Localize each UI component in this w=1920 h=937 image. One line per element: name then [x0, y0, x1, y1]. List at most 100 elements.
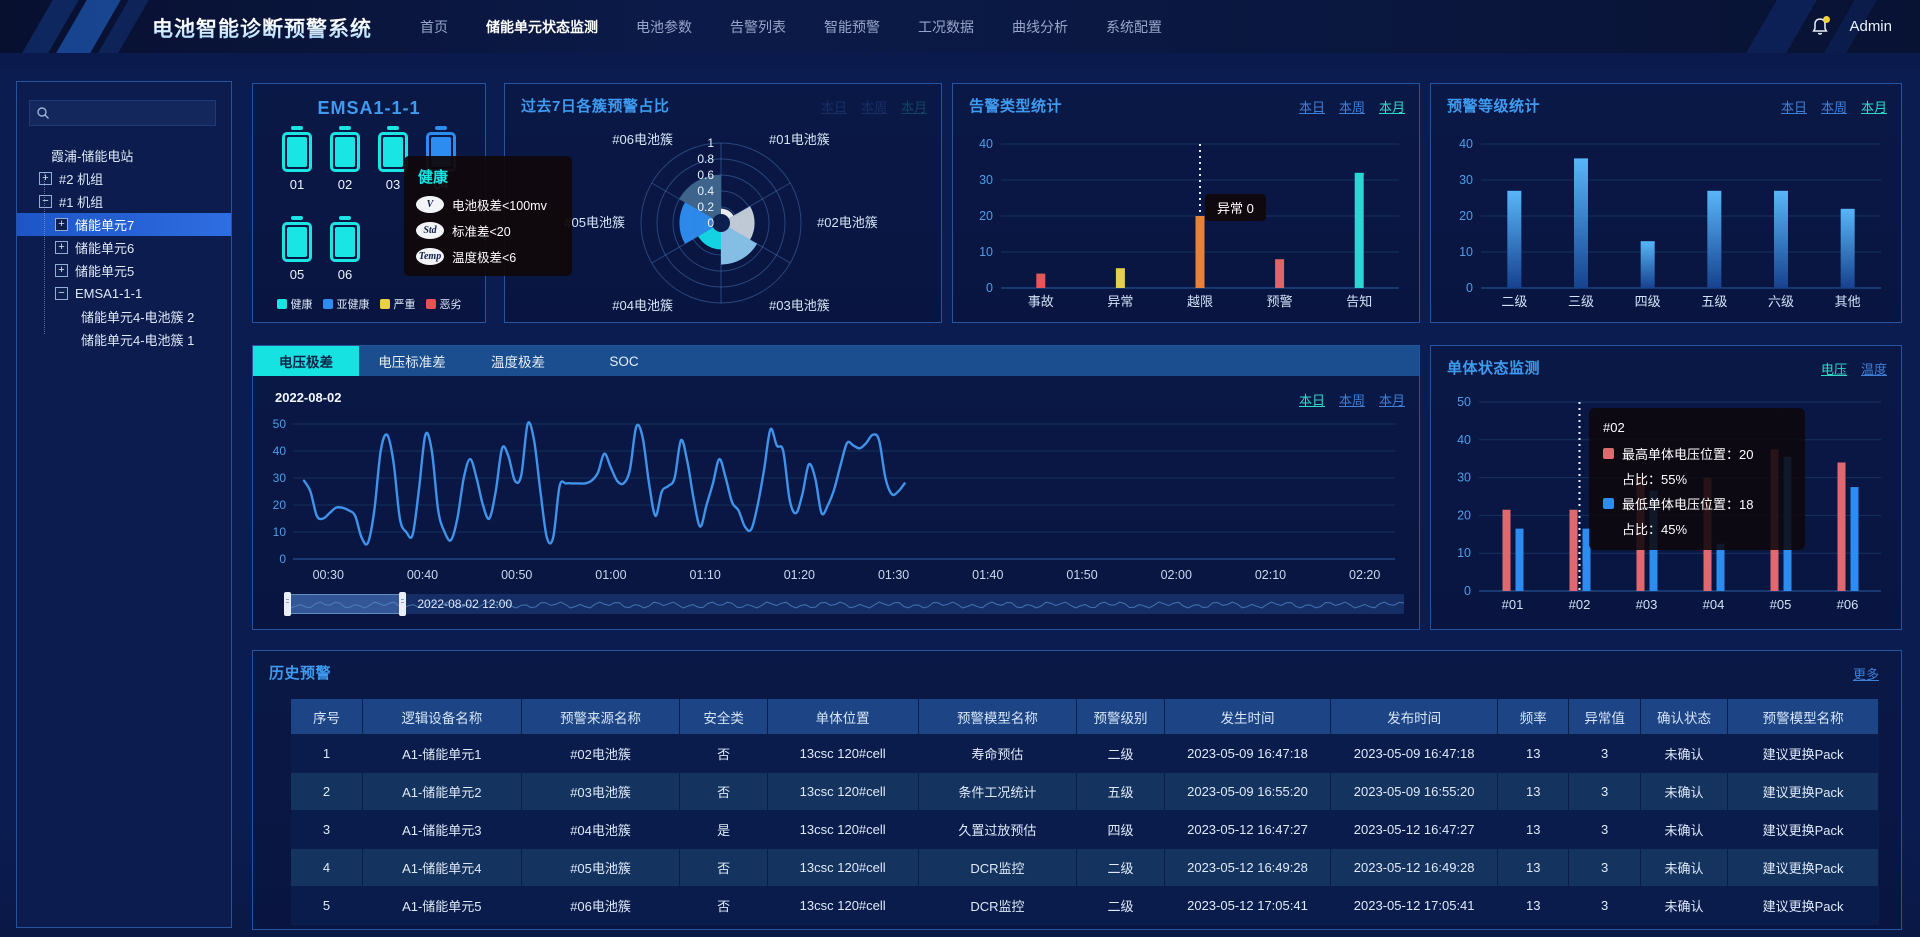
table-cell: DCR监控	[918, 849, 1077, 887]
nav-item[interactable]: 告警列表	[730, 17, 786, 37]
trend-tab[interactable]: 温度极差	[465, 346, 571, 376]
tree-item[interactable]: −#1 机组	[17, 190, 231, 213]
expand-icon[interactable]: +	[55, 218, 68, 231]
legend-item[interactable]: 健康	[277, 296, 313, 312]
nav-item[interactable]: 工况数据	[918, 17, 974, 37]
table-header-cell: 发布时间	[1331, 699, 1498, 735]
collapse-icon[interactable]: −	[55, 287, 68, 300]
main-nav: 首页 储能单元状态监测 电池参数 告警列表 智能预警 工况数据 曲线分析 系统配置	[420, 0, 1162, 53]
tree-item[interactable]: +储能单元6	[17, 236, 231, 259]
tree-item[interactable]: +储能单元7	[17, 213, 231, 236]
tree-item[interactable]: −EMSA1-1-1	[17, 282, 231, 305]
tree-item[interactable]: 储能单元4-电池簇 1	[17, 328, 231, 351]
table-row[interactable]: 2A1-储能单元2#03电池簇否13csc 120#cell条件工况统计五级20…	[291, 773, 1879, 811]
svg-text:#06电池簇: #06电池簇	[612, 132, 673, 147]
nav-item[interactable]: 首页	[420, 17, 448, 37]
svg-text:#05: #05	[1770, 597, 1792, 612]
warning-level-bar-chart[interactable]: 010203040二级三级四级五级六级其他	[1441, 126, 1893, 318]
trend-line-chart[interactable]: 0102030405000:3000:4000:5001:0001:1001:2…	[265, 414, 1409, 586]
metric-links: 电压温度	[1821, 359, 1887, 378]
range-link[interactable]: 电压	[1821, 359, 1847, 378]
table-cell: 13csc 120#cell	[767, 773, 918, 811]
svg-text:02:20: 02:20	[1349, 568, 1380, 582]
expand-icon[interactable]: +	[39, 172, 52, 185]
table-row[interactable]: 5A1-储能单元5#06电池簇否13csc 120#cellDCR监控二级202…	[291, 887, 1879, 925]
trend-tab[interactable]: 电压标准差	[359, 346, 465, 376]
svg-text:六级: 六级	[1768, 294, 1794, 309]
tooltip-row: V电池极差<100mv	[416, 195, 560, 214]
device-tree-sidebar: 霞浦-储能电站+#2 机组−#1 机组+储能单元7+储能单元6+储能单元5−EM…	[16, 81, 232, 928]
more-link[interactable]: 更多	[1853, 664, 1879, 683]
range-link[interactable]: 本周	[1821, 97, 1847, 116]
svg-text:10: 10	[1459, 245, 1473, 259]
expand-icon[interactable]: +	[55, 264, 68, 277]
table-cell: 3	[291, 811, 362, 849]
tree-item[interactable]: 储能单元4-电池簇 2	[17, 305, 231, 328]
svg-text:40: 40	[1457, 433, 1471, 447]
table-cell: 四级	[1077, 811, 1164, 849]
nav-item[interactable]: 曲线分析	[1012, 17, 1068, 37]
alarm-type-bar-chart[interactable]: 010203040事故异常越限预警告知	[963, 126, 1411, 318]
tree-item[interactable]: +#2 机组	[17, 167, 231, 190]
nav-item[interactable]: 电池参数	[636, 17, 692, 37]
collapse-icon[interactable]: −	[39, 195, 52, 208]
battery-item[interactable]: 06	[323, 214, 367, 282]
range-link[interactable]: 本日	[1299, 390, 1325, 409]
range-link[interactable]: 本日	[1299, 97, 1325, 116]
nav-item[interactable]: 系统配置	[1106, 17, 1162, 37]
range-link[interactable]: 本周	[1339, 390, 1365, 409]
metric-badge: Std	[416, 222, 444, 239]
table-header-cell: 预警级别	[1077, 699, 1164, 735]
notification-bell-icon[interactable]	[1809, 16, 1831, 38]
range-link[interactable]: 本周	[861, 97, 887, 116]
range-link[interactable]: 本月	[901, 97, 927, 116]
svg-text:三级: 三级	[1568, 294, 1594, 309]
datazoom-slider[interactable]: 2022-08-02 12:00	[286, 594, 1404, 614]
tree-item-label: 储能单元5	[75, 261, 134, 280]
battery-status-legend: 健康亚健康严重恶劣	[253, 296, 485, 312]
range-link[interactable]: 本日	[1781, 97, 1807, 116]
battery-item[interactable]: 05	[275, 214, 319, 282]
table-cell: #06电池簇	[521, 887, 680, 925]
table-cell: 13	[1498, 849, 1569, 887]
table-row[interactable]: 4A1-储能单元4#05电池簇否13csc 120#cellDCR监控二级202…	[291, 849, 1879, 887]
tree-item[interactable]: + 储能单元5	[17, 259, 231, 282]
datazoom-handle-right[interactable]	[399, 592, 406, 616]
tree-item[interactable]: 霞浦-储能电站	[17, 144, 231, 167]
trend-tab[interactable]: 电压极差	[253, 346, 359, 376]
panel-trend: 电压极差电压标准差温度极差SOC 2022-08-02 本日本周本月 01020…	[252, 345, 1420, 630]
user-name[interactable]: Admin	[1849, 18, 1892, 35]
table-row[interactable]: 3A1-储能单元3#04电池簇是13csc 120#cell久置过放预估四级20…	[291, 811, 1879, 849]
table-row[interactable]: 1A1-储能单元1#02电池簇否13csc 120#cell寿命预估二级2023…	[291, 735, 1879, 773]
nav-item[interactable]: 储能单元状态监测	[486, 17, 598, 37]
search-input[interactable]	[50, 105, 209, 121]
table-header-cell: 异常值	[1569, 699, 1640, 735]
nav-item[interactable]: 智能预警	[824, 17, 880, 37]
legend-item[interactable]: 恶劣	[426, 296, 462, 312]
svg-text:#02电池簇: #02电池簇	[817, 215, 878, 230]
datazoom-handle-left[interactable]	[284, 592, 291, 616]
range-links: 本日本周本月	[1299, 97, 1405, 116]
legend-item[interactable]: 严重	[380, 296, 416, 312]
tooltip-row: 占比：55%	[1622, 469, 1791, 488]
battery-item[interactable]: 02	[323, 124, 367, 192]
svg-text:五级: 五级	[1701, 294, 1727, 309]
expand-icon[interactable]: +	[55, 241, 68, 254]
tooltip-row: Temp温度极差<6	[416, 247, 560, 266]
range-link[interactable]: 本日	[821, 97, 847, 116]
datazoom-selection[interactable]	[286, 594, 403, 614]
range-link[interactable]: 本月	[1379, 97, 1405, 116]
legend-swatch	[380, 299, 390, 309]
search-box[interactable]	[29, 100, 216, 126]
tooltip-row: 占比：45%	[1622, 519, 1791, 538]
legend-item[interactable]: 亚健康	[323, 296, 370, 312]
battery-item[interactable]: 01	[275, 124, 319, 192]
range-link[interactable]: 本月	[1379, 390, 1405, 409]
trend-tab[interactable]: SOC	[571, 346, 677, 376]
range-link[interactable]: 温度	[1861, 359, 1887, 378]
table-header-cell: 发生时间	[1164, 699, 1331, 735]
table-cell: 寿命预估	[918, 735, 1077, 773]
range-link[interactable]: 本周	[1339, 97, 1365, 116]
chart-tooltip: #02 最高单体电压位置：20占比：55%最低单体电压位置：18占比：45%	[1589, 408, 1805, 550]
range-link[interactable]: 本月	[1861, 97, 1887, 116]
